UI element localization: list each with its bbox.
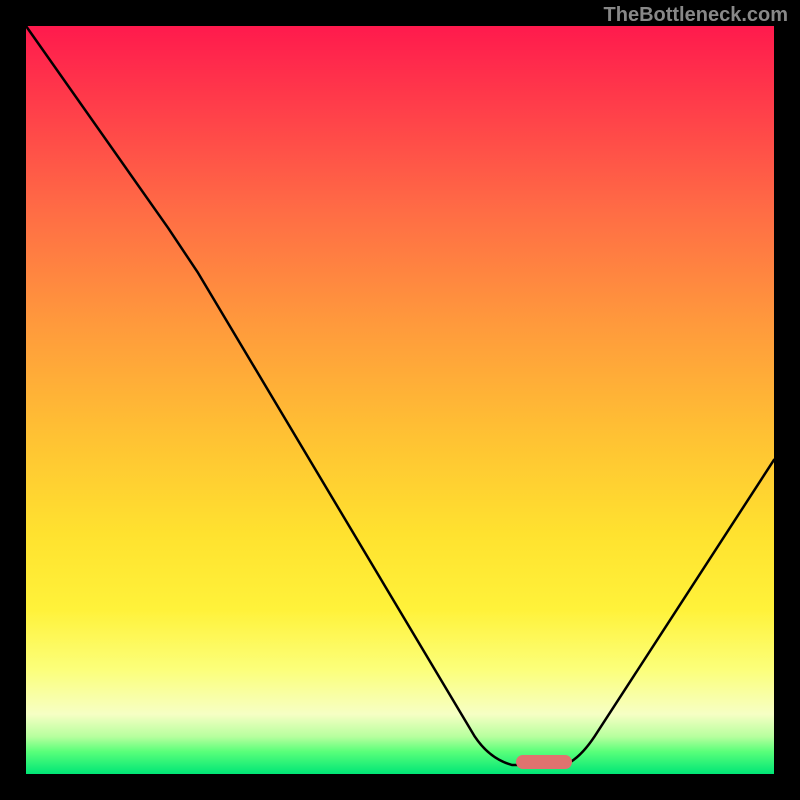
watermark-text: TheBottleneck.com	[604, 4, 788, 27]
plot-area	[26, 26, 774, 774]
minimum-marker	[516, 755, 572, 769]
bottleneck-curve	[26, 26, 774, 774]
chart-container: TheBottleneck.com	[0, 0, 800, 800]
